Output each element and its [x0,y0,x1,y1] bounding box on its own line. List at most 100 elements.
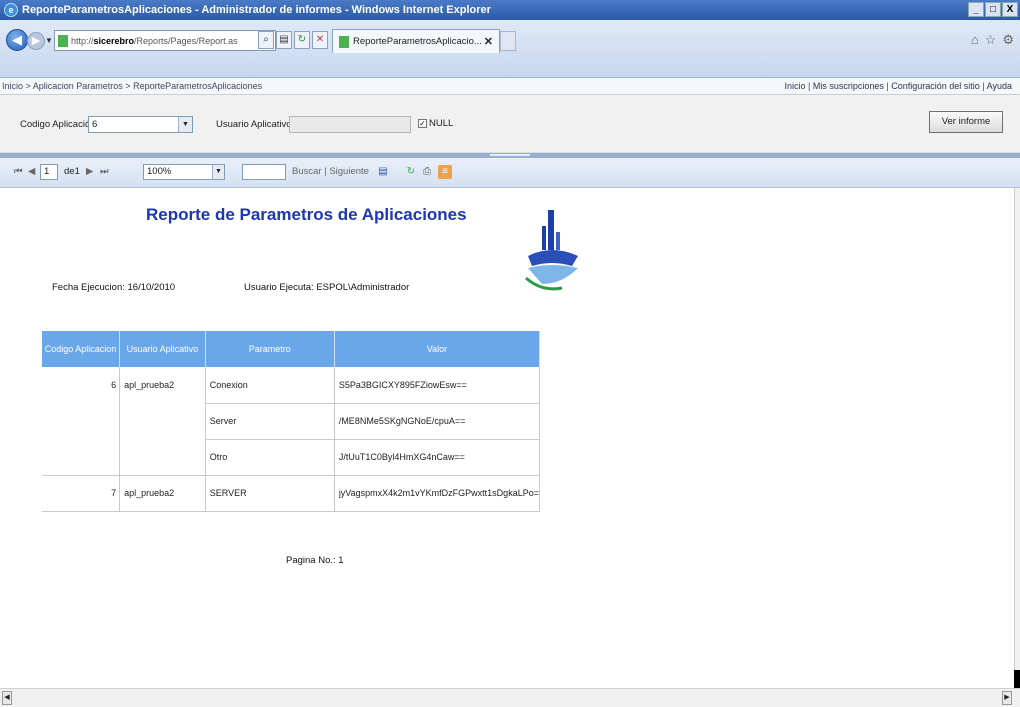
browser-command-icons: ⌂ ☆ ⚙ [971,32,1014,48]
table-row: 7 apl_prueba2 SERVER jyVagspmxX4k2m1vYKm… [42,475,541,512]
last-page-icon[interactable]: ⏭ [100,166,109,177]
cell-usuario [119,403,206,439]
cell-valor: S5Pa3BGICXY895FZiowEsw== [334,367,541,404]
cell-parametro: Conexion [205,367,335,404]
cell-valor: /ME8NMe5SKgNGNoE/cpuA== [334,403,541,440]
horizontal-scrollbar[interactable]: ◀ ▶ [0,688,1020,707]
cell-parametro: SERVER [205,475,335,512]
search-icon[interactable]: ⌕ [258,31,274,49]
first-page-icon[interactable]: ⏮ [14,166,23,177]
page-number-footer: Pagina No.: 1 [286,555,344,566]
cell-usuario: apl_prueba2 [119,367,206,403]
null-checkbox-group[interactable]: ✓ NULL [418,118,453,129]
ie-logo-icon: e [4,3,18,17]
user-app-label: Usuario Aplicativo [216,119,292,130]
vertical-scrollbar[interactable] [1014,188,1020,688]
espol-logo [525,210,578,291]
parameter-panel: Codigo Aplicación 6 ▼ Usuario Aplicativo… [0,95,1020,153]
page-count: de1 [64,166,80,177]
address-bar[interactable]: http://sicerebro/Reports/Pages/Report.as [54,30,276,51]
view-report-button[interactable]: Ver informe [929,111,1003,133]
table-row: Server /ME8NMe5SKgNGNoE/cpuA== [42,403,541,440]
scroll-down-button[interactable] [1014,670,1020,688]
scroll-right-arrow-icon[interactable]: ▶ [1002,691,1012,705]
table-row: Otro J/tUuT1C0Byl4HmXG4nCaw== [42,439,541,476]
app-code-select[interactable]: 6 ▼ [88,116,193,133]
maximize-button[interactable]: □ [985,2,1001,17]
address-buttons: ⌕ ▤ ↻ ✕ [258,31,328,49]
column-header: Usuario Aplicativo [119,331,206,367]
cell-usuario: apl_prueba2 [119,475,206,512]
link-inicio[interactable]: Inicio [785,81,806,91]
scroll-left-arrow-icon[interactable]: ◀ [2,691,12,705]
report-toolbar: ⏮ ◀ 1 de1 ▶ ⏭ 100% ▼ Buscar | Siguiente … [0,158,1020,188]
address-path: /Reports/Pages/Report.as [134,35,238,46]
page-favicon-icon [58,35,68,47]
cell-codigo [42,403,121,439]
find-next-link[interactable]: Buscar | Siguiente [292,166,369,177]
cell-valor: jyVagspmxX4k2m1vYKmfDzFGPwxtt1sDgkaLPo= [334,475,541,512]
chevron-down-icon[interactable]: ▼ [178,117,192,132]
breadcrumb-path[interactable]: Inicio > Aplicacion Parametros > Reporte… [2,81,262,91]
address-host: sicerebro [93,35,135,46]
browser-navigation-bar: ◀ ▶ ▼ http://sicerebro/Reports/Pages/Rep… [0,20,1020,78]
cell-parametro: Otro [205,439,335,476]
report-title: Reporte de Parametros de Aplicaciones [146,205,467,224]
window-title-bar: e ReporteParametrosAplicaciones - Admini… [0,0,1020,20]
page-number-input[interactable]: 1 [40,164,58,180]
app-code-value: 6 [92,119,98,130]
history-dropdown-icon[interactable]: ▼ [45,36,53,45]
window-controls: _ □ X [968,2,1018,17]
chevron-down-icon[interactable]: ▼ [212,165,224,179]
back-arrow-icon[interactable]: ◀ [6,29,28,51]
null-checkbox[interactable]: ✓ [418,119,427,128]
tab-label: ReporteParametrosAplicacio... [353,36,482,47]
tab-favicon-icon [339,35,349,48]
print-icon[interactable]: ⎙ [420,165,434,179]
link-configuracion[interactable]: Configuración del sitio [891,81,980,91]
previous-page-icon[interactable]: ◀ [28,166,35,177]
compat-view-icon[interactable]: ▤ [276,31,292,49]
table-row: 6 apl_prueba2 Conexion S5Pa3BGICXY895FZi… [42,367,541,404]
tools-gear-icon[interactable]: ⚙ [1002,32,1014,48]
cell-parametro: Server [205,403,335,440]
stop-icon[interactable]: ✕ [312,31,328,49]
browser-tab[interactable]: ReporteParametrosAplicacio... ✕ [332,29,500,53]
link-ayuda[interactable]: Ayuda [987,81,1012,91]
link-mis-suscripciones[interactable]: Mis suscripciones [813,81,884,91]
data-feed-icon[interactable]: ≡ [438,165,452,179]
cell-codigo [42,439,121,476]
refresh-icon[interactable]: ↻ [294,31,310,49]
cell-codigo: 6 [42,367,121,403]
find-input[interactable] [242,164,286,180]
breadcrumb: Inicio > Aplicacion Parametros > Reporte… [0,78,1020,95]
cell-valor: J/tUuT1C0Byl4HmXG4nCaw== [334,439,541,476]
forward-arrow-icon[interactable]: ▶ [27,32,45,50]
zoom-value: 100% [147,166,172,177]
window-title: ReporteParametrosAplicaciones - Administ… [22,4,491,16]
favorites-star-icon[interactable]: ☆ [985,32,997,48]
user-app-input[interactable] [289,116,411,133]
home-icon[interactable]: ⌂ [971,32,979,48]
minimize-button[interactable]: _ [968,2,984,17]
app-code-label: Codigo Aplicación [20,119,96,130]
splitter-grip[interactable] [490,154,530,156]
site-links: Inicio | Mis suscripciones | Configuraci… [784,81,1013,91]
close-window-button[interactable]: X [1002,2,1018,17]
report-table: Codigo Aplicacion Usuario Aplicativo Par… [42,331,541,512]
table-header-row: Codigo Aplicacion Usuario Aplicativo Par… [42,331,541,367]
cell-codigo: 7 [42,475,121,512]
column-header: Valor [334,331,541,367]
cell-usuario [119,439,206,476]
null-label: NULL [429,118,454,129]
address-prefix: http:// [71,35,94,46]
executing-user: Usuario Ejecuta: ESPOL\Administrador [244,282,410,293]
close-tab-icon[interactable]: ✕ [484,35,493,48]
zoom-select[interactable]: 100% ▼ [143,164,225,180]
next-page-icon[interactable]: ▶ [86,166,93,177]
refresh-report-icon[interactable]: ↻ [404,165,418,179]
new-tab-button[interactable] [500,31,516,51]
column-header: Codigo Aplicacion [42,331,121,367]
export-icon[interactable]: ▤ [376,165,390,179]
column-header: Parametro [205,331,335,367]
